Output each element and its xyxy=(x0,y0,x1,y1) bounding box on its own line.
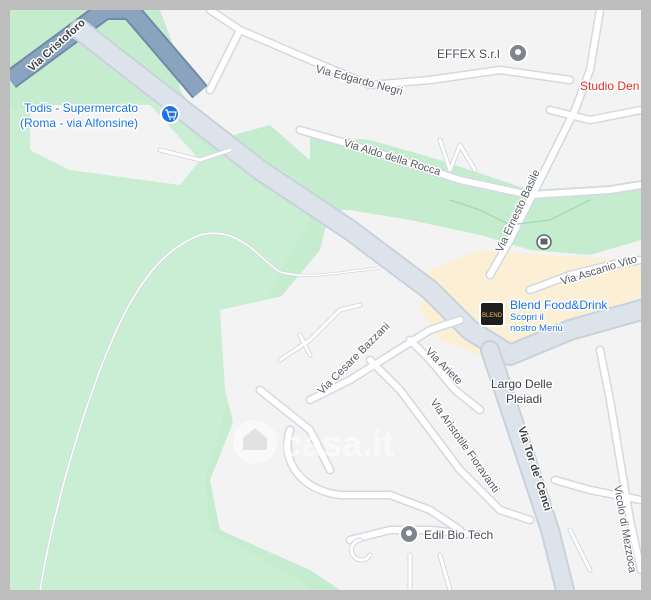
poi-todis-name-line1[interactable]: Todis - Supermercato xyxy=(23,100,140,117)
place-largo-line1: Largo Delle xyxy=(491,377,553,391)
place-pin-dot xyxy=(515,49,521,55)
poi-effex[interactable]: EFFEX S.r.l xyxy=(436,43,528,63)
blend-logo-text: BLEND xyxy=(482,313,503,319)
watermark-text: casa.it xyxy=(282,423,394,464)
poi-edil-bio-tech[interactable]: Edil Bio Tech xyxy=(399,524,495,544)
place-pin-dot xyxy=(406,530,412,536)
poi-blend-sub-line2[interactable]: nostro Menù xyxy=(509,322,564,336)
poi-edil-bio-tech-name[interactable]: Edil Bio Tech xyxy=(423,527,495,544)
map-viewport[interactable]: casa.it Via Cristoforo Via Edgardo Negri… xyxy=(10,10,641,590)
shopping-cart-icon[interactable] xyxy=(160,104,180,124)
poi-studio-name[interactable]: Studio Den xyxy=(579,78,641,95)
bus-stop-glyph xyxy=(540,238,548,245)
poi-blend-sub-line1[interactable]: Scopri il xyxy=(509,311,545,325)
poi-bus-stop[interactable] xyxy=(536,234,552,250)
shopping-cart-wheel-right xyxy=(173,118,175,120)
map-canvas[interactable]: casa.it Via Cristoforo Via Edgardo Negri… xyxy=(10,10,641,590)
place-largo-line2: Pleiadi xyxy=(506,392,542,406)
watermark: casa.it xyxy=(233,420,394,464)
poi-todis-name-line2[interactable]: (Roma - via Alfonsine) xyxy=(19,115,140,132)
poi-effex-name[interactable]: EFFEX S.r.l xyxy=(436,46,502,63)
poi-blend-name[interactable]: Blend Food&Drink xyxy=(509,297,610,314)
shopping-cart-wheel-left xyxy=(169,118,171,120)
poi-studio[interactable]: Studio Den xyxy=(579,78,641,95)
